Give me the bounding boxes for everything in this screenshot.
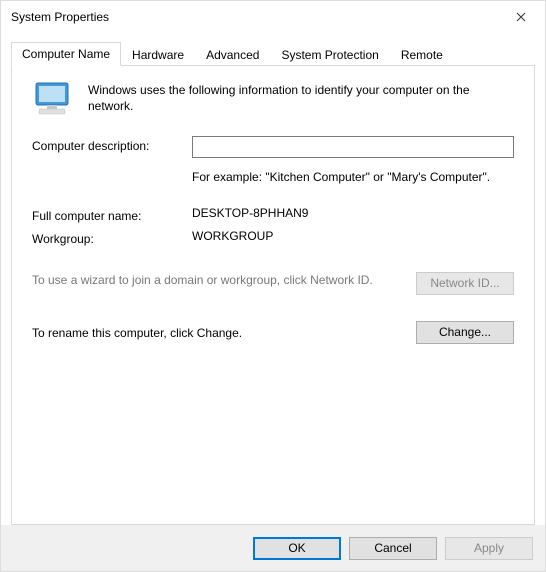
titlebar: System Properties [1,1,545,33]
tab-advanced[interactable]: Advanced [195,43,270,66]
tab-strip: Computer Name Hardware Advanced System P… [11,41,535,65]
intro-row: Windows uses the following information t… [32,82,514,118]
tab-computer-name[interactable]: Computer Name [11,42,121,66]
cancel-button[interactable]: Cancel [349,537,437,560]
label-workgroup: Workgroup: [32,229,192,246]
change-button[interactable]: Change... [416,321,514,344]
tab-system-protection[interactable]: System Protection [270,43,389,66]
value-workgroup: WORKGROUP [192,229,514,243]
close-button[interactable] [501,3,541,31]
computer-icon [32,82,74,118]
dialog-footer: OK Cancel Apply [1,525,545,571]
example-text: For example: "Kitchen Computer" or "Mary… [192,170,514,186]
row-network-id: To use a wizard to join a domain or work… [32,272,514,295]
change-text: To rename this computer, click Change. [32,321,404,341]
value-full-name: DESKTOP-8PHHAN9 [192,206,514,220]
network-id-button[interactable]: Network ID... [416,272,514,295]
label-full-name: Full computer name: [32,206,192,223]
tab-panel-computer-name: Windows uses the following information t… [11,65,535,525]
row-workgroup: Workgroup: WORKGROUP [32,229,514,246]
intro-text: Windows uses the following information t… [88,82,514,118]
row-change: To rename this computer, click Change. C… [32,321,514,344]
window-title: System Properties [11,10,109,24]
label-description: Computer description: [32,136,192,153]
tab-hardware[interactable]: Hardware [121,43,195,66]
row-example: For example: "Kitchen Computer" or "Mary… [32,164,514,200]
description-input[interactable] [192,136,514,158]
network-id-text: To use a wizard to join a domain or work… [32,272,404,288]
apply-button[interactable]: Apply [445,537,533,560]
row-description: Computer description: [32,136,514,158]
close-icon [516,12,526,22]
ok-button[interactable]: OK [253,537,341,560]
tab-container: Computer Name Hardware Advanced System P… [1,33,545,525]
tab-remote[interactable]: Remote [390,43,454,66]
row-full-name: Full computer name: DESKTOP-8PHHAN9 [32,206,514,223]
system-properties-window: System Properties Computer Name Hardware… [0,0,546,572]
